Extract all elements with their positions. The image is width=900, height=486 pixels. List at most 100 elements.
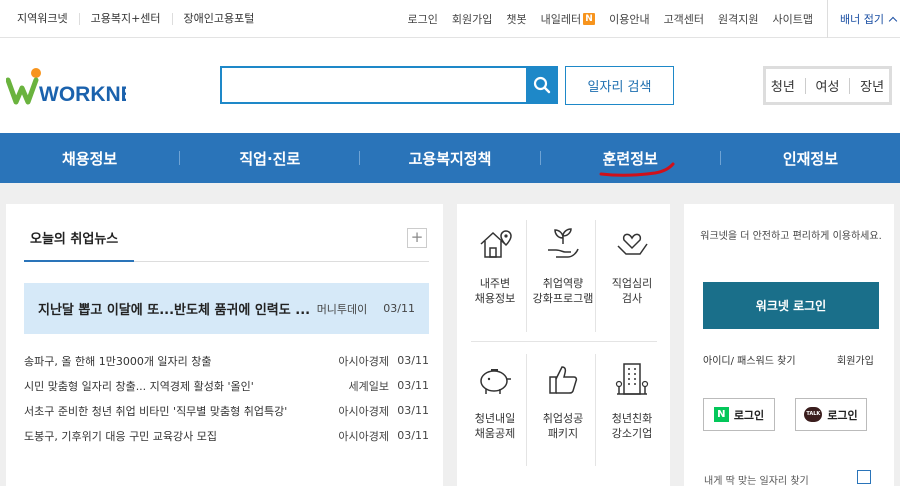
- worknet-logo[interactable]: WORKNET: [5, 66, 148, 106]
- news-item[interactable]: 도봉구, 기후위기 대응 구민 교육강사 모집 아시아경제 03/11: [24, 423, 429, 448]
- utility-links: 로그인 회원가입 챗봇 내일레터 N 이용안내 고객센터 원격지원 사이트맵 배너…: [407, 0, 898, 38]
- service-youth-friendly-company[interactable]: 청년친화강소기업: [598, 359, 666, 441]
- service-label: 직업심리검사: [598, 276, 666, 306]
- tomorrow-letter-label: 내일레터: [540, 13, 582, 26]
- signup-link[interactable]: 회원가입: [837, 352, 874, 367]
- link-customer-center[interactable]: 고객센터: [664, 11, 704, 27]
- job-search-button[interactable]: 일자리 검색: [565, 66, 674, 105]
- hand-sprout-icon: [548, 228, 579, 258]
- news-source: 아시아경제: [338, 429, 389, 443]
- nav-career[interactable]: 직업·진로: [180, 148, 359, 169]
- search-input[interactable]: [222, 68, 522, 102]
- headline-news[interactable]: 지난달 뽑고 이달에 또...반도체 품귀에 인력도 ... 머니투데이 03/…: [24, 283, 429, 334]
- news-source: 세계일보: [348, 379, 389, 393]
- service-nearby-jobs[interactable]: 내주변 채용정보: [461, 224, 529, 306]
- nav-welfare-policy[interactable]: 고용복지정책: [360, 148, 539, 169]
- link-employment-welfare-center[interactable]: 고용복지+센터: [80, 13, 173, 25]
- service-label: 취업역량강화프로그램: [529, 276, 597, 306]
- tab-women[interactable]: 여성: [816, 76, 840, 95]
- worknet-login-button[interactable]: 워크넷 로그인: [703, 282, 879, 329]
- find-id-password-link[interactable]: 아이디/ 패스워드 찾기: [703, 352, 796, 367]
- news-date: 03/11: [397, 404, 429, 417]
- house-location-icon: [480, 230, 512, 258]
- service-youth-savings[interactable]: 청년내일채움공제: [461, 359, 529, 441]
- news-item[interactable]: 송파구, 올 한해 1만3000개 일자리 창출 아시아경제 03/11: [24, 348, 429, 373]
- quick-services-panel: 내주변 채용정보 취업역량강화프로그램 직업심리검사 청년내일채움공제 취업성공패…: [457, 204, 670, 486]
- nav-talent-info[interactable]: 인재정보: [721, 148, 900, 169]
- nav-job-info[interactable]: 채용정보: [0, 148, 179, 169]
- link-guide[interactable]: 이용안내: [609, 11, 649, 27]
- kakao-login-button[interactable]: TALK 로그인: [795, 398, 867, 431]
- link-regional-worknet[interactable]: 지역워크넷: [6, 13, 80, 25]
- logo-w-shape: [5, 77, 39, 105]
- link-disabled-employment-portal[interactable]: 장애인고용포털: [173, 13, 266, 25]
- logo-text: WORKNET: [39, 83, 126, 106]
- more-news-button[interactable]: +: [407, 228, 427, 248]
- thumbs-up-icon: [549, 366, 578, 394]
- service-label-line2: 검사: [621, 292, 643, 305]
- news-item[interactable]: 시민 맞춤형 일자리 창출... 지역경제 활성화 '올인' 세계일보 03/1…: [24, 373, 429, 398]
- news-title: 시민 맞춤형 일자리 창출... 지역경제 활성화 '올인': [24, 379, 254, 393]
- top-utility-bar: 지역워크넷 고용복지+센터 장애인고용포털 로그인 회원가입 챗봇 내일레터 N …: [0, 0, 900, 38]
- service-psych-test[interactable]: 직업심리검사: [598, 224, 666, 306]
- link-sitemap[interactable]: 사이트맵: [773, 11, 813, 27]
- news-panel: 오늘의 취업뉴스 + 지난달 뽑고 이달에 또...반도체 품귀에 인력도 ..…: [6, 204, 443, 486]
- nav-training-info[interactable]: 훈련정보: [541, 148, 720, 169]
- service-label: 청년친화강소기업: [598, 411, 666, 441]
- naver-login-label: 로그인: [733, 408, 765, 422]
- link-login[interactable]: 로그인: [407, 11, 437, 27]
- headline-date: 03/11: [383, 302, 415, 315]
- tab-divider: [849, 77, 851, 94]
- service-label-line2: 채움공제: [474, 427, 516, 440]
- service-label: 취업성공패키지: [529, 411, 597, 441]
- kakao-login-label: 로그인: [827, 408, 858, 422]
- search-button[interactable]: [526, 66, 558, 104]
- service-label-line1: 청년내일: [474, 412, 516, 425]
- tab-middle-aged[interactable]: 장년: [860, 76, 884, 95]
- service-label-line2: 강소기업: [611, 427, 653, 440]
- tab-divider: [804, 77, 806, 94]
- link-remote-support[interactable]: 원격지원: [718, 11, 758, 27]
- building-icon: [615, 363, 649, 395]
- hand-heart-icon: [617, 233, 648, 255]
- search-icon: [533, 76, 551, 94]
- service-label-line2: 패키지: [547, 427, 579, 440]
- job-match-toggle[interactable]: [857, 470, 871, 484]
- login-panel: 워크넷을 더 안전하고 편리하게 이용하세요. 워크넷 로그인 아이디/ 패스워…: [684, 204, 894, 486]
- news-item[interactable]: 서초구 준비한 청년 취업 비타민 '직무별 맞춤형 취업특강' 아시아경제 0…: [24, 398, 429, 423]
- headline-source: 머니투데이: [316, 302, 368, 316]
- service-success-package[interactable]: 취업성공패키지: [529, 359, 597, 441]
- service-divider: [471, 341, 657, 342]
- worknet-logo-mark: WORKNET: [5, 68, 148, 106]
- new-badge: N: [583, 13, 596, 25]
- news-title: 서초구 준비한 청년 취업 비타민 '직무별 맞춤형 취업특강': [24, 404, 288, 418]
- service-label-line2: 채용정보: [474, 292, 516, 305]
- service-label-line1: 취업역량: [542, 277, 584, 290]
- service-label-line1: 취업성공: [542, 412, 584, 425]
- news-list: 송파구, 올 한해 1만3000개 일자리 창출 아시아경제 03/11 시민 …: [24, 348, 429, 448]
- logo-dot: [31, 68, 41, 78]
- kakao-talk-icon: TALK: [804, 407, 823, 422]
- news-source: 아시아경제: [338, 404, 389, 418]
- service-employment-program[interactable]: 취업역량강화프로그램: [529, 224, 597, 306]
- link-chatbot[interactable]: 챗봇: [506, 11, 526, 27]
- search-box: [220, 66, 558, 104]
- login-message: 워크넷을 더 안전하고 편리하게 이용하세요.: [700, 231, 882, 242]
- service-label-line1: 직업심리: [611, 277, 653, 290]
- naver-login-button[interactable]: N 로그인: [703, 398, 775, 431]
- news-date: 03/11: [397, 379, 429, 392]
- link-tomorrow-letter[interactable]: 내일레터 N: [540, 11, 596, 27]
- news-title: 도봉구, 기후위기 대응 구민 교육강사 모집: [24, 429, 218, 443]
- banner-collapse-button[interactable]: 배너 접기: [827, 0, 898, 38]
- link-signup[interactable]: 회원가입: [452, 11, 492, 27]
- service-label-line1: 청년친화: [611, 412, 653, 425]
- main-navigation: 채용정보 직업·진로 고용복지정책 훈련정보 인재정보: [0, 133, 900, 183]
- age-group-tabs: 청년 여성 장년: [763, 66, 892, 105]
- headline-title: 지난달 뽑고 이달에 또...반도체 품귀에 인력도 ...: [38, 303, 311, 318]
- service-label-line2: 강화프로그램: [532, 292, 594, 305]
- chevron-up-icon: [888, 16, 898, 25]
- banner-collapse-label: 배너 접기: [840, 13, 884, 26]
- job-match-link[interactable]: 내게 딱 맞는 일자리 찾기: [704, 472, 809, 486]
- tab-today-news[interactable]: 오늘의 취업뉴스: [24, 228, 134, 262]
- tab-youth[interactable]: 청년: [771, 76, 795, 95]
